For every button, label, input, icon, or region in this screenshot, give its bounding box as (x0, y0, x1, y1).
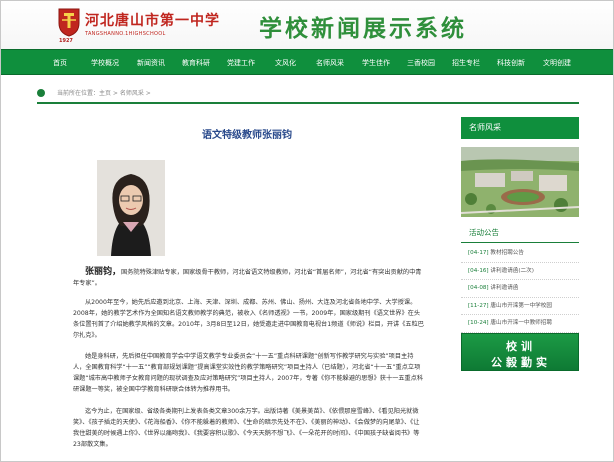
notice-date: [11-27] (468, 302, 489, 309)
notice-text: 讲利邀请函 (490, 285, 519, 291)
article-panel: 语文特级教师张丽钧 张丽钧，国务院特殊津贴专家，国家级骨干教师，河北省语文特级教… (39, 115, 455, 461)
article-paragraph-3: 她是身科研，先后担任中国教育学会中学语文教学专业委员会“十一五”重点科研课题“创… (73, 353, 424, 393)
campus-image-icon (461, 147, 579, 217)
school-logo-icon (58, 8, 80, 37)
campus-aerial-image (461, 147, 579, 217)
article-title: 语文特级教师张丽钧 (202, 130, 292, 141)
nav-item-admission[interactable]: 招生专栏 (452, 50, 480, 76)
notice-date: [04-16] (468, 267, 489, 274)
nav-item-campus[interactable]: 三香校园 (407, 50, 435, 76)
notice-item[interactable]: [04-17] 教材招聘公告 (461, 245, 579, 263)
nav-item-party[interactable]: 党建工作 (227, 50, 255, 76)
banner-line-1: 校训 (506, 340, 536, 353)
sidebar-notice-title: 活动公告 (461, 223, 579, 243)
notice-item[interactable]: [04-08] 讲利邀请函 (461, 280, 579, 298)
teacher-name: 张丽钧， (85, 267, 122, 277)
notice-text: 讲利邀请函(二次) (490, 267, 534, 274)
notice-item[interactable]: [04-16] 讲利邀请函(二次) (461, 263, 579, 280)
banner-line-2: 公毅勤实 (491, 356, 551, 369)
nav-item-civilization[interactable]: 文明创建 (543, 50, 571, 76)
site-header: 1927 河北唐山市第一中学 TANGSHANNO.1HIGHSCHOOL 学校… (1, 1, 613, 49)
logo-year: 1927 (59, 38, 73, 44)
notice-date: [04-08] (468, 285, 489, 291)
school-name: 河北唐山市第一中学 (85, 13, 220, 29)
notice-text: 教材招聘公告 (490, 250, 524, 256)
notice-list: [04-17] 教材招聘公告 [04-16] 讲利邀请函(二次) [04-08]… (461, 245, 579, 333)
school-motto-banner: 校训 公毅勤实 (461, 333, 579, 371)
site-title: 学校新闻展示系统 (259, 15, 467, 42)
notice-text: 唐山市开滦一中教师招聘 (490, 320, 552, 326)
article-paragraph-4: 迄今为止，在国家级、省级各类期刊上发表各类文章300余万字。出版诗著《美景美苗》… (73, 408, 420, 448)
notice-date: [04-17] (468, 250, 489, 256)
article-paragraph-1: 张丽钧，国务院特殊津贴专家，国家级骨干教师，河北省语文特级教师，河北省“首届名师… (73, 267, 425, 289)
nav-item-overview[interactable]: 学校概况 (91, 50, 119, 76)
breadcrumb: 当前所在位置：主页 > 名师风采 > (37, 86, 579, 100)
main-nav: 首页 学校概况 新闻资讯 教育科研 党建工作 文风化 名师风采 学生佳作 三香校… (1, 49, 613, 76)
nav-item-research[interactable]: 教育科研 (182, 50, 210, 76)
article-paragraph-2: 从2000年至今，她先后应邀到北京、上海、天津、深圳、成都、苏州、佛山、扬州、大… (73, 299, 424, 339)
nav-item-teachers[interactable]: 名师风采 (316, 50, 344, 76)
notice-date: [10-24] (468, 320, 489, 326)
breadcrumb-divider (37, 102, 579, 104)
nav-item-home[interactable]: 首页 (53, 50, 67, 76)
nav-item-news[interactable]: 新闻资讯 (137, 50, 165, 76)
nav-item-student-works[interactable]: 学生佳作 (362, 50, 390, 76)
breadcrumb-dot-icon (37, 89, 45, 97)
notice-text: 唐山市开滦第一中学校园 (490, 302, 552, 309)
school-name-en: TANGSHANNO.1HIGHSCHOOL (85, 31, 166, 37)
nav-item-culture[interactable]: 文风化 (275, 50, 296, 76)
breadcrumb-text[interactable]: 当前所在位置：主页 > 名师风采 > (57, 88, 151, 97)
teacher-photo (97, 160, 165, 256)
page-frame: 1927 河北唐山市第一中学 TANGSHANNO.1HIGHSCHOOL 学校… (0, 0, 614, 462)
sidebar-famous-title: 名师风采 (461, 117, 579, 139)
notice-item[interactable]: [11-27] 唐山市开滦第一中学校园 (461, 298, 579, 315)
article-paragraph-1-text: 国务院特殊津贴专家，国家级骨干教师，河北省语文特级教师，河北省“首届名师”，河北… (73, 269, 422, 287)
notice-item[interactable]: [10-24] 唐山市开滦一中教师招聘 (461, 315, 579, 333)
teacher-portrait-icon (97, 160, 165, 256)
nav-item-innovation[interactable]: 科技创新 (497, 50, 525, 76)
